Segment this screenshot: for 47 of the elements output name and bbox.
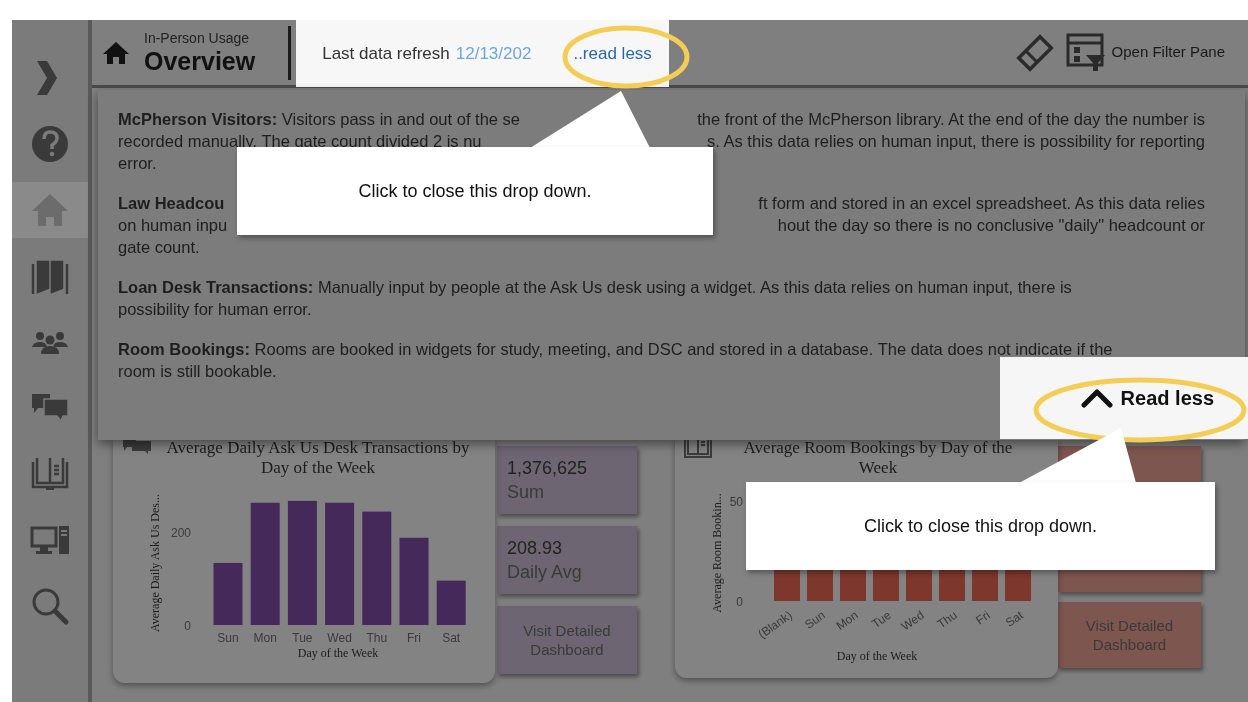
description-text: Law Headcou: [118, 193, 225, 214]
eraser-icon[interactable]: [1015, 33, 1054, 72]
filter-pane-icon[interactable]: [1065, 32, 1106, 73]
axis-title: Day of the Week: [297, 646, 379, 660]
axis-tick-label: Fri: [407, 631, 421, 645]
stat-value: 208.93: [507, 537, 564, 560]
sidebar-item[interactable]: [12, 182, 88, 238]
stat-label: Daily Avg: [507, 561, 583, 584]
description-text: Room Bookings: Rooms are booked in widgets for study, meeting, and DSC and stored in a database. The data does not indicate if the: [118, 339, 1113, 360]
stat-label: Sum: [507, 481, 545, 504]
axis-tick-label: Sun: [217, 631, 239, 645]
axis-tick-label: 0: [184, 619, 191, 633]
description-text: possibility for human error.: [118, 299, 312, 320]
axis-tick-label: Mon: [253, 631, 277, 645]
description-text: Loan Desk Transactions: Manually input by people at the Ask Us desk using a widget. As this data relies on human input, there is: [118, 277, 1072, 298]
chart-title: Average Room Bookings by Day of the Week: [742, 438, 1014, 478]
description-text: error.: [118, 153, 157, 174]
page-title: Overview: [144, 49, 256, 74]
read-less-link[interactable]: ..read less: [573, 40, 652, 67]
refresh-label: Last data refresh: [322, 42, 450, 65]
description-text: McPherson Visitors: Visitors pass in and out of the se: [118, 109, 520, 130]
axis-tick-label: Tue: [292, 631, 313, 645]
axis-tick-label: 200: [170, 525, 191, 540]
description-text: on human inpu: [118, 215, 228, 236]
read-less-button[interactable]: Read less: [1080, 383, 1214, 413]
refresh-date: 12/13/202: [455, 42, 532, 65]
help-icon: [30, 124, 70, 164]
description-text: gate count.: [118, 237, 200, 258]
chart-title: Average Daily Ask Us Desk Transactions by Day of the Week: [165, 438, 471, 478]
description-text: ft form and stored in an excel spreadsheet. As this data relies: [758, 193, 1205, 214]
axis-tick-label: Sat: [442, 631, 461, 645]
axis-tick-label: Thu: [366, 631, 388, 645]
book-icon: [683, 438, 713, 460]
search-icon: [30, 586, 70, 626]
description-text: room is still bookable.: [118, 361, 277, 382]
description-text: hout the day so there is no conclusive "daily" headcount or: [777, 215, 1205, 236]
stat-value: 1,376,625: [507, 457, 589, 480]
axis-tick-label: Wed: [327, 631, 352, 645]
home-icon: [102, 40, 130, 65]
page-subtitle: In-Person Usage: [144, 31, 251, 45]
axis-title: Average Daily Ask Us Des...: [148, 493, 162, 633]
caret-icon: [1080, 388, 1113, 408]
open-filter-pane-button[interactable]: Open Filter Pane: [1111, 41, 1225, 64]
callout-text: Click to close this drop down.: [358, 179, 592, 203]
description-text: the front of the McPherson library. At the end of the day the number is: [697, 109, 1205, 130]
description-text: s. As this data relies on human input, there is possibility for reporting: [707, 131, 1205, 152]
callout-text: Click to close this drop down.: [863, 514, 1098, 538]
